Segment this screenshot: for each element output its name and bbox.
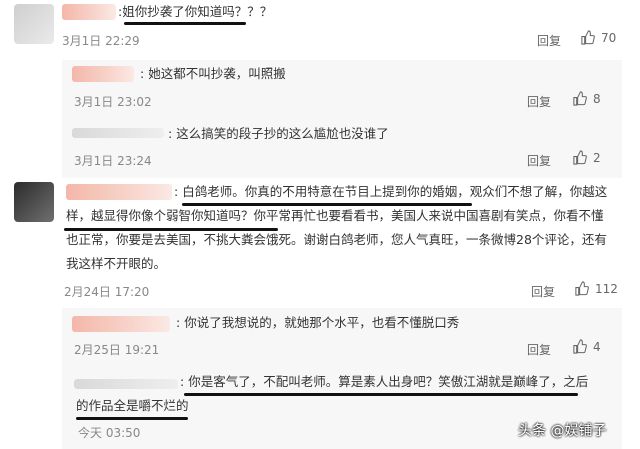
like-button[interactable]: 112 — [574, 281, 618, 296]
reply-button[interactable]: 回复 — [527, 341, 551, 358]
like-count: 70 — [601, 30, 617, 45]
like-button[interactable]: 4 — [572, 339, 601, 354]
username-blurred[interactable] — [72, 66, 134, 82]
reply-button[interactable]: 回复 — [527, 93, 551, 110]
comment-time: 2月24日 17:20 — [64, 285, 150, 299]
underline-mark — [124, 22, 246, 25]
reply-time: 今天 03:50 — [78, 426, 141, 440]
thumbs-up-icon — [581, 30, 595, 45]
reply-text: : 这么搞笑的段子抄的这么尴尬也没谁了 — [168, 126, 389, 141]
username-blurred[interactable] — [62, 4, 116, 20]
underline-mark — [182, 203, 472, 206]
comment-time: 3月1日 22:29 — [62, 34, 140, 48]
like-count: 8 — [593, 91, 601, 106]
comment-text-line: 样，越显得你像个弱智你知道吗？你平常再忙也要看看书，美国人来说中国喜剧有笑点，你… — [66, 208, 604, 223]
like-button[interactable]: 2 — [572, 150, 601, 165]
reply-time: 3月1日 23:02 — [74, 95, 152, 109]
watermark: 头条 @娱铺子 — [518, 423, 607, 439]
comment-text: :姐你抄袭了你知道吗？？？ — [118, 4, 273, 19]
username-blurred[interactable] — [72, 128, 164, 138]
username-blurred[interactable] — [72, 316, 170, 332]
thumbs-up-icon — [573, 339, 587, 354]
thumbs-up-icon — [573, 150, 587, 165]
like-count: 112 — [595, 281, 618, 296]
reply-time: 2月25日 19:21 — [74, 343, 160, 357]
reply-button[interactable]: 回复 — [531, 283, 555, 300]
reply-text-line: : 你是客气了，不配叫老师。算是素人出身吧？笑傲江湖就是巅峰了，之后 — [180, 374, 589, 389]
reply-text-line: 的作品全是嚼不烂的 — [76, 398, 189, 413]
comment-text-line: 也正常，你要是去美国，不挑大粪会饿死。谢谢白鸽老师，您人气真旺，一条微博28个评… — [66, 232, 607, 247]
reply-text: : 她这都不叫抄袭，叫照搬 — [140, 66, 286, 81]
like-button[interactable]: 70 — [580, 30, 616, 45]
reply-time: 3月1日 23:24 — [74, 154, 152, 168]
comment-text-line: 我这样不开眼的。 — [66, 256, 167, 271]
underline-mark — [76, 417, 188, 420]
avatar[interactable] — [14, 4, 54, 44]
thumbs-up-icon — [573, 91, 587, 106]
reply-button[interactable]: 回复 — [537, 32, 561, 49]
username-blurred[interactable] — [74, 379, 178, 389]
like-button[interactable]: 8 — [572, 91, 601, 106]
reply-text: : 你说了我想说的，就她那个水平，也看不懂脱口秀 — [176, 315, 460, 330]
reply-button[interactable]: 回复 — [527, 152, 551, 169]
underline-mark — [184, 393, 578, 396]
like-count: 2 — [593, 150, 601, 165]
thumbs-up-icon — [575, 281, 589, 296]
underline-mark — [64, 228, 278, 231]
avatar[interactable] — [14, 182, 54, 222]
username-blurred[interactable] — [66, 184, 172, 200]
like-count: 4 — [593, 339, 601, 354]
comment-text-line: : 白鸽老师。你真的不用特意在节目上提到你的婚姻，观众们不想了解，你越这 — [174, 184, 608, 199]
